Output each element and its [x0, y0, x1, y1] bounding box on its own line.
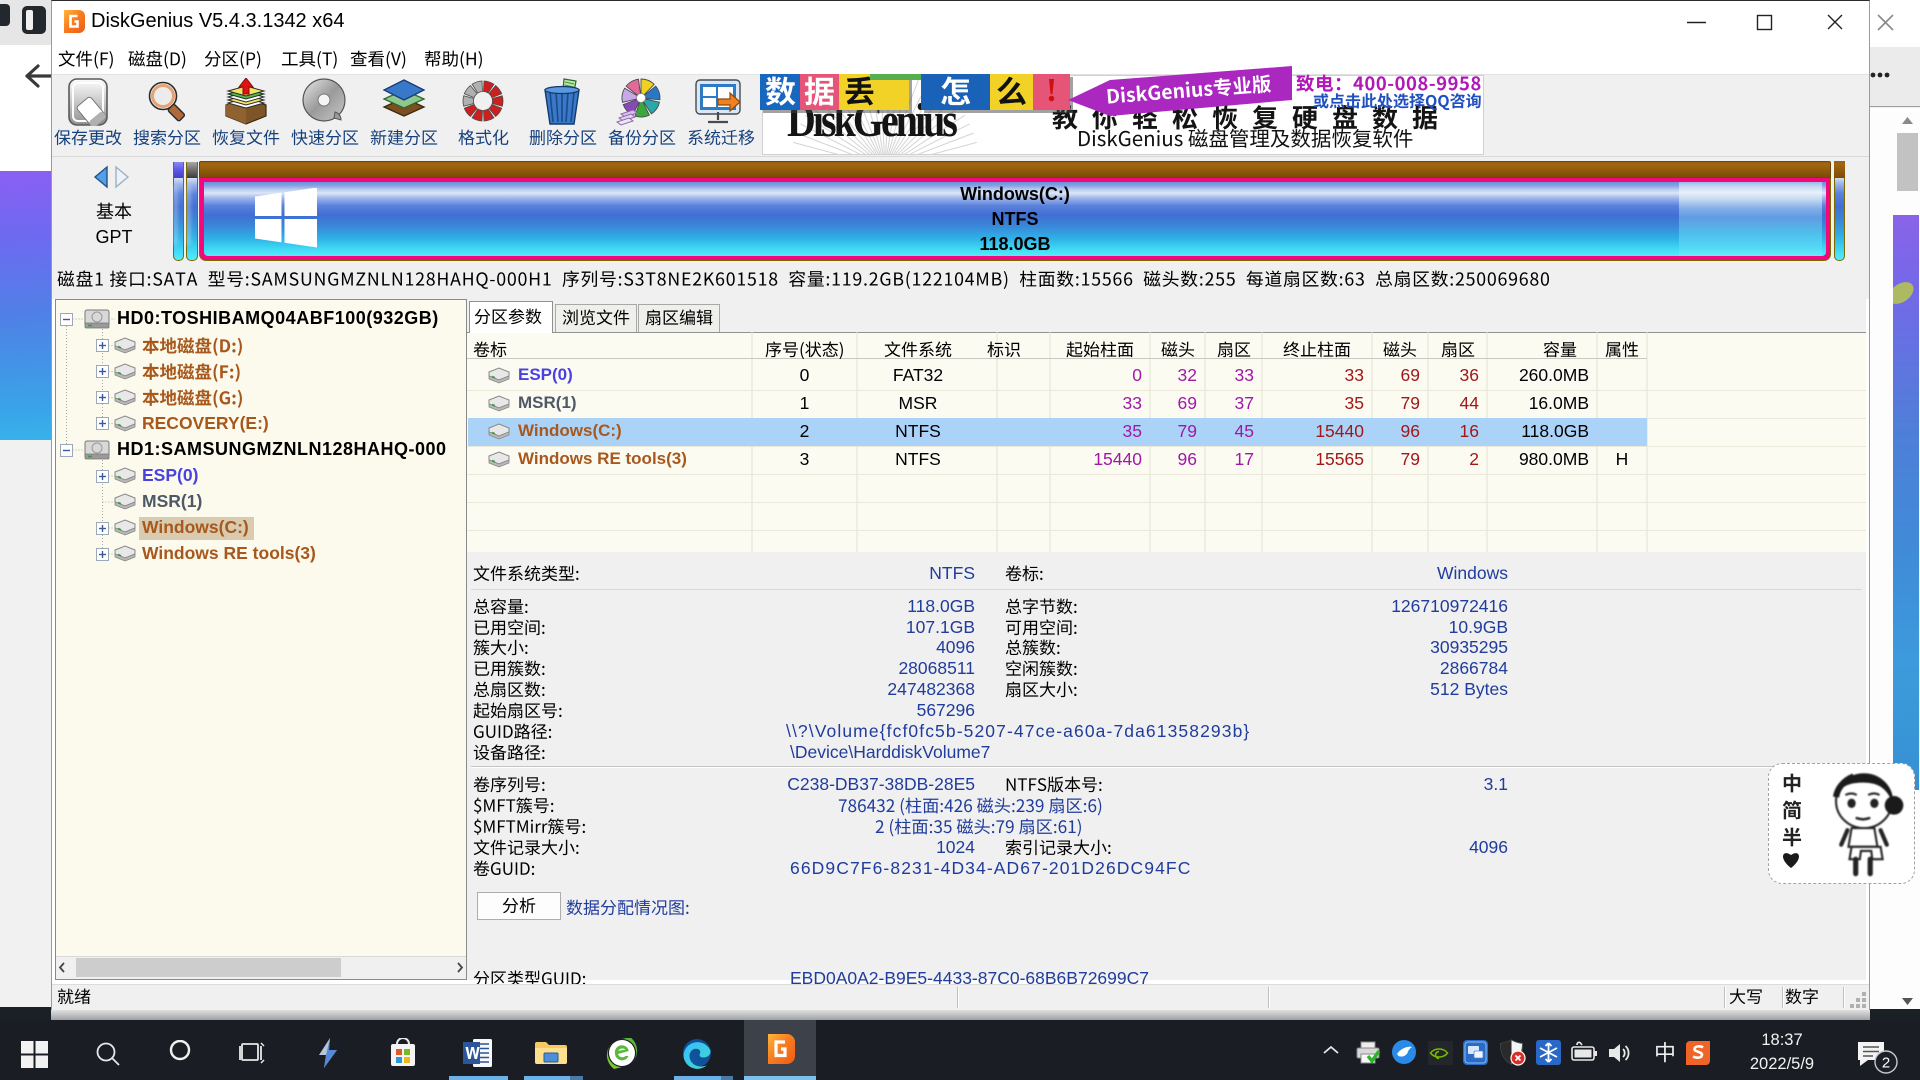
svg-text:2: 2	[1882, 1055, 1890, 1072]
